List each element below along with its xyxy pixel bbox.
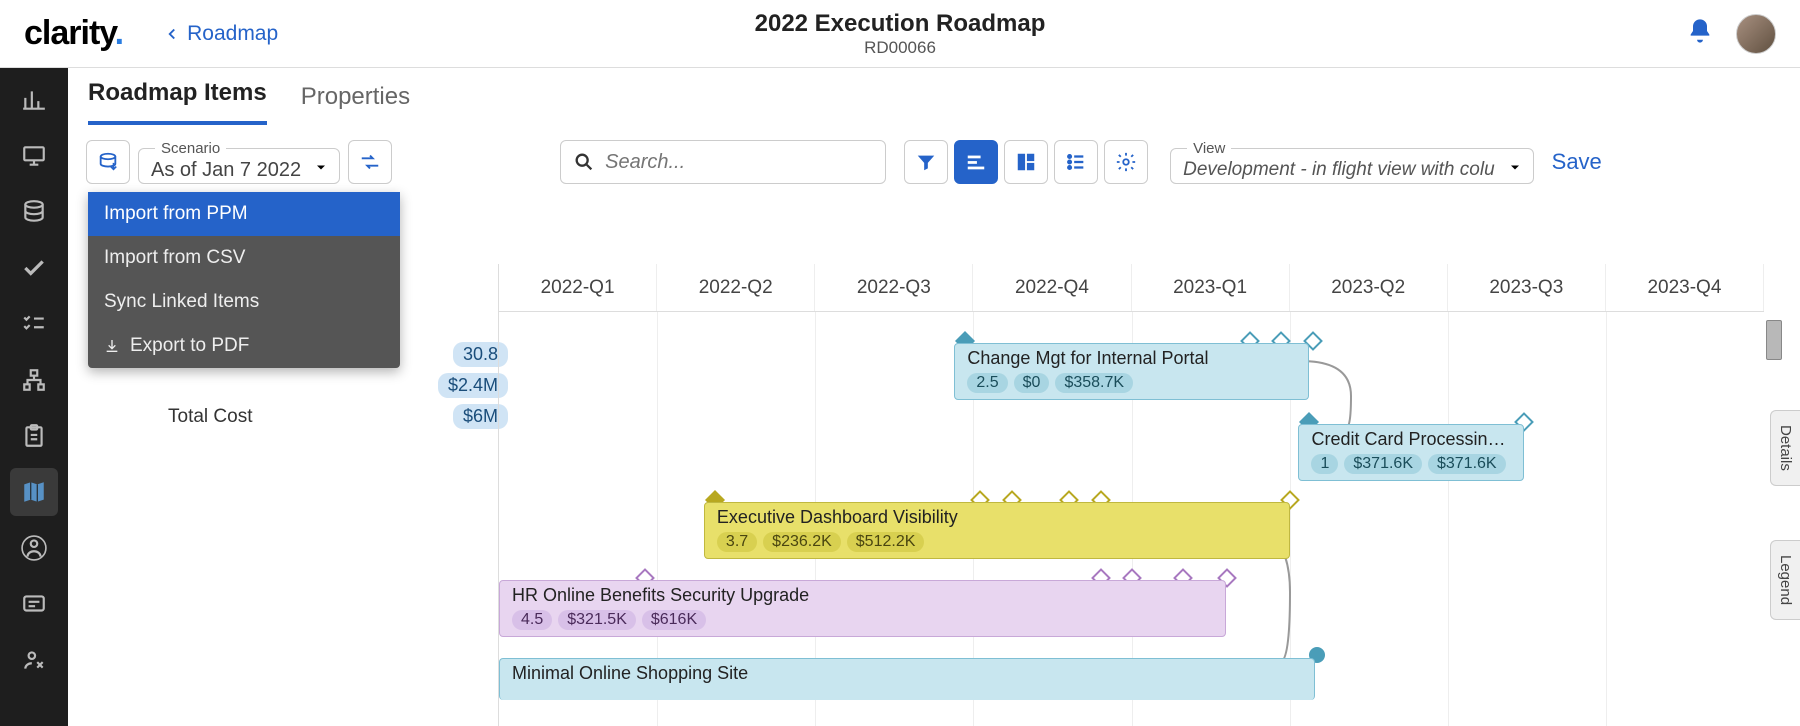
import-export-button[interactable] — [86, 140, 130, 184]
scenario-select[interactable]: Scenario As of Jan 7 2022 — [138, 140, 340, 184]
timeline-header: 2022-Q1 2022-Q2 2022-Q3 2022-Q4 2023-Q1 … — [499, 264, 1764, 312]
import-export-menu: Import from PPM Import from CSV Sync Lin… — [88, 192, 400, 368]
gantt-view-button[interactable] — [954, 140, 998, 184]
menu-export-pdf[interactable]: Export to PDF — [88, 324, 400, 368]
bar-title: Change Mgt for Internal Portal — [967, 348, 1299, 369]
menu-sync-linked[interactable]: Sync Linked Items — [88, 280, 400, 324]
tab-roadmap-items[interactable]: Roadmap Items — [88, 79, 267, 125]
board-view-button[interactable] — [1004, 140, 1048, 184]
user-avatar[interactable] — [1736, 14, 1776, 54]
quarter-cell: 2023-Q1 — [1132, 264, 1290, 311]
settings-button[interactable] — [1104, 140, 1148, 184]
quarter-cell: 2022-Q2 — [657, 264, 815, 311]
gantt-bar-hr-benefits[interactable]: HR Online Benefits Security Upgrade 4.5$… — [499, 580, 1226, 637]
rail-database-icon[interactable] — [10, 188, 58, 236]
gantt-bar-credit-card[interactable]: Credit Card Processing ... 1$371.6K$371.… — [1298, 424, 1523, 481]
rail-map-icon[interactable] — [10, 468, 58, 516]
menu-import-ppm[interactable]: Import from PPM — [88, 192, 400, 236]
arrow-left-icon — [163, 25, 181, 43]
search-icon — [573, 151, 595, 173]
quarter-cell: 2022-Q1 — [499, 264, 657, 311]
page-subtitle: RD00066 — [755, 38, 1046, 58]
gantt-bar-change-mgt[interactable]: Change Mgt for Internal Portal 2.5$0$358… — [954, 343, 1308, 400]
summary-row: Total Cost$6M — [168, 404, 508, 429]
search-input[interactable] — [605, 151, 873, 174]
rail-edit-user-icon[interactable] — [10, 636, 58, 684]
download-icon — [104, 338, 120, 354]
tab-properties[interactable]: Properties — [301, 83, 410, 125]
timeline: 2022-Q1 2022-Q2 2022-Q3 2022-Q4 2023-Q1 … — [498, 264, 1764, 726]
rail-chart-icon[interactable] — [10, 76, 58, 124]
scenario-label: Scenario — [155, 140, 226, 157]
quarter-cell: 2022-Q4 — [973, 264, 1131, 311]
bar-title: Executive Dashboard Visibility — [717, 507, 1281, 528]
toolbar: Scenario As of Jan 7 2022 View Developme… — [68, 134, 1800, 190]
timeline-body[interactable]: Change Mgt for Internal Portal 2.5$0$358… — [499, 312, 1764, 726]
rail-check-icon[interactable] — [10, 244, 58, 292]
rail-checklist-icon[interactable] — [10, 300, 58, 348]
filter-button[interactable] — [904, 140, 948, 184]
quarter-cell: 2023-Q4 — [1606, 264, 1764, 311]
notifications-icon[interactable] — [1686, 17, 1714, 50]
rail-message-icon[interactable] — [10, 580, 58, 628]
bar-title: Minimal Online Shopping Site — [512, 663, 1306, 684]
page-title: 2022 Execution Roadmap — [755, 10, 1046, 38]
page-title-block: 2022 Execution Roadmap RD00066 — [755, 10, 1046, 58]
back-link[interactable]: Roadmap — [163, 22, 278, 46]
tab-bar: Roadmap Items Properties — [68, 68, 1800, 126]
top-bar: clarity. Roadmap 2022 Execution Roadmap … — [0, 0, 1800, 68]
rail-people-icon[interactable] — [10, 524, 58, 572]
compare-button[interactable] — [348, 140, 392, 184]
list-view-button[interactable] — [1054, 140, 1098, 184]
back-link-label: Roadmap — [187, 22, 278, 46]
rail-clipboard-icon[interactable] — [10, 412, 58, 460]
view-select[interactable]: View Development - in flight view with c… — [1170, 140, 1534, 184]
left-nav-rail — [0, 68, 68, 726]
rail-monitor-icon[interactable] — [10, 132, 58, 180]
bar-title: Credit Card Processing ... — [1311, 429, 1514, 450]
bar-title: HR Online Benefits Security Upgrade — [512, 585, 1217, 606]
chevron-down-icon — [1507, 160, 1523, 181]
vertical-scrollbar[interactable] — [1766, 320, 1782, 360]
summary-row: $2.4M — [168, 373, 508, 398]
view-label: View — [1187, 140, 1231, 157]
save-button[interactable]: Save — [1542, 149, 1612, 175]
details-side-tab[interactable]: Details — [1770, 410, 1800, 486]
rail-hierarchy-icon[interactable] — [10, 356, 58, 404]
quarter-cell: 2023-Q2 — [1290, 264, 1448, 311]
gantt-bar-exec-dashboard[interactable]: Executive Dashboard Visibility 3.7$236.2… — [704, 502, 1290, 559]
content-area: Roadmap Items Properties Scenario As of … — [68, 68, 1800, 726]
legend-side-tab[interactable]: Legend — [1770, 540, 1800, 620]
search-box[interactable] — [560, 140, 886, 184]
scenario-value: As of Jan 7 2022 — [151, 159, 301, 182]
view-value: Development - in flight view with colu — [1183, 159, 1495, 181]
app-logo: clarity. — [24, 14, 123, 53]
gantt-bar-shopping-site[interactable]: Minimal Online Shopping Site — [499, 658, 1315, 700]
logo-text: clarity — [24, 14, 115, 52]
quarter-cell: 2022-Q3 — [815, 264, 973, 311]
chevron-down-icon — [313, 160, 329, 181]
quarter-cell: 2023-Q3 — [1448, 264, 1606, 311]
menu-import-csv[interactable]: Import from CSV — [88, 236, 400, 280]
